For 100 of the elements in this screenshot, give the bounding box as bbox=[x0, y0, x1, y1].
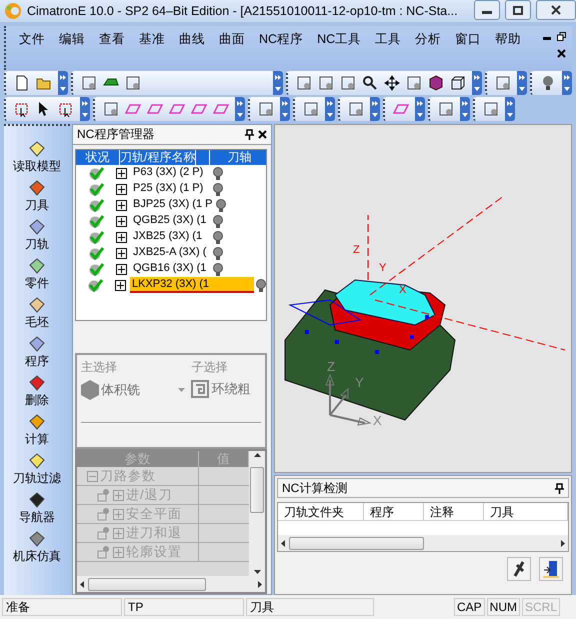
toolbar-options-button[interactable] bbox=[505, 97, 515, 121]
toolbar-options-button[interactable] bbox=[235, 97, 245, 121]
toolbar-options-button[interactable] bbox=[472, 71, 482, 95]
axis-label: X bbox=[399, 284, 406, 296]
maximize-button[interactable] bbox=[505, 0, 531, 20]
sidebar-item[interactable]: 刀具 bbox=[25, 179, 49, 216]
menu-item[interactable]: 窗口 bbox=[448, 31, 488, 48]
program-row[interactable]: JXB25-A (3X) ( bbox=[131, 245, 211, 261]
expand-icon[interactable] bbox=[116, 200, 127, 210]
bulb-icon[interactable] bbox=[213, 262, 223, 276]
tool-button[interactable] bbox=[507, 557, 531, 581]
column-header[interactable]: 刀轨文件夹 bbox=[278, 503, 364, 521]
diamond-icon bbox=[28, 452, 46, 470]
program-row[interactable]: JXB25 (3X) (1 bbox=[131, 229, 211, 245]
expand-icon[interactable] bbox=[116, 264, 127, 274]
scroll-arrow-icon[interactable] bbox=[561, 540, 565, 546]
toolbar-options-button[interactable] bbox=[460, 97, 470, 121]
restore-icon[interactable] bbox=[557, 32, 566, 41]
close-button[interactable] bbox=[536, 0, 576, 20]
sidebar-item[interactable]: 导航器 bbox=[19, 491, 55, 528]
expand-icon[interactable] bbox=[116, 216, 127, 226]
program-row[interactable]: P63 (3X) (2 P) bbox=[131, 165, 211, 181]
toolbar-options-button[interactable] bbox=[325, 97, 335, 121]
menu-item[interactable]: 编辑 bbox=[52, 31, 92, 48]
shaded-cube-icon bbox=[428, 75, 444, 91]
menu-item[interactable]: 曲面 bbox=[212, 31, 252, 48]
program-row[interactable]: LKXP32 (3X) (1 bbox=[130, 277, 254, 293]
menu-item[interactable]: 分析 bbox=[408, 31, 448, 48]
parameter-icon bbox=[97, 507, 111, 521]
toolbar-options-button[interactable] bbox=[280, 97, 290, 121]
toolbar-options-button[interactable] bbox=[58, 71, 68, 95]
menu-item[interactable]: 基准 bbox=[132, 31, 172, 48]
expand-icon[interactable] bbox=[116, 232, 127, 242]
sidebar-item[interactable]: 刀轨 bbox=[25, 218, 49, 255]
axis-label: Y bbox=[379, 262, 386, 274]
tool-icon bbox=[296, 75, 312, 91]
tool-icon bbox=[483, 101, 499, 117]
bulb-icon[interactable] bbox=[213, 246, 223, 260]
bulb-icon[interactable] bbox=[216, 198, 226, 212]
toolbar-options-button[interactable] bbox=[415, 97, 425, 121]
toolbar-options-button[interactable] bbox=[562, 71, 572, 95]
exit-button[interactable] bbox=[539, 557, 563, 581]
diamond-icon bbox=[28, 218, 46, 236]
pin-icon[interactable] bbox=[245, 129, 254, 140]
minimize-button[interactable] bbox=[474, 0, 500, 20]
program-row[interactable]: QGB25 (3X) (1 bbox=[131, 213, 211, 229]
program-row[interactable]: P25 (3X) (1 P) bbox=[131, 181, 211, 197]
toolbar-options-button[interactable] bbox=[80, 97, 90, 121]
menu-item[interactable]: NC工具 bbox=[310, 31, 368, 48]
expand-icon[interactable] bbox=[116, 168, 127, 178]
sidebar-item[interactable]: 机床仿真 bbox=[13, 530, 61, 567]
expand-icon[interactable] bbox=[116, 248, 127, 258]
column-header[interactable]: 刀轨/程序名称 bbox=[120, 150, 196, 165]
pin-icon[interactable] bbox=[555, 482, 564, 494]
tool-icon bbox=[438, 101, 454, 117]
toolbar-options-button[interactable] bbox=[370, 97, 380, 121]
menu-item[interactable]: 曲线 bbox=[172, 31, 212, 48]
sidebar-item[interactable]: 计算 bbox=[25, 413, 49, 450]
sidebar-item[interactable]: 删除 bbox=[25, 374, 49, 411]
scroll-arrow-icon[interactable] bbox=[281, 540, 285, 546]
expand-icon[interactable] bbox=[116, 184, 127, 194]
column-header[interactable]: 程序 bbox=[364, 503, 424, 521]
double-arrow-icon bbox=[82, 100, 88, 106]
menu-item[interactable]: 帮助 bbox=[488, 31, 528, 48]
close-icon[interactable] bbox=[557, 49, 566, 58]
bulb-icon[interactable] bbox=[213, 166, 223, 180]
program-row[interactable]: QGB16 (3X) (1 bbox=[131, 261, 211, 277]
tool-icon bbox=[303, 101, 319, 117]
tool-icon bbox=[495, 75, 511, 91]
diamond-icon bbox=[28, 296, 46, 314]
horizontal-scrollbar[interactable] bbox=[278, 535, 568, 551]
toolbar-options-button[interactable] bbox=[273, 71, 283, 95]
menu-item[interactable]: 工具 bbox=[368, 31, 408, 48]
sidebar-item[interactable]: 零件 bbox=[25, 257, 49, 294]
sidebar-item[interactable]: 读取模型 bbox=[13, 140, 61, 177]
expand-icon[interactable] bbox=[115, 280, 126, 290]
bulb-icon[interactable] bbox=[213, 182, 223, 196]
sidebar-item[interactable]: 程序 bbox=[25, 335, 49, 372]
menu-item[interactable]: 文件 bbox=[12, 31, 52, 48]
sidebar-item[interactable]: 刀轨过滤 bbox=[13, 452, 61, 489]
column-header[interactable]: 注释 bbox=[424, 503, 484, 521]
menu-item[interactable]: 查看 bbox=[92, 31, 132, 48]
toolbar-options-button[interactable] bbox=[517, 71, 527, 95]
program-row[interactable]: BJP25 (3X) (1 P bbox=[131, 197, 214, 213]
bulb-icon[interactable] bbox=[213, 214, 223, 228]
close-icon[interactable] bbox=[258, 130, 267, 139]
bulb-icon[interactable] bbox=[256, 278, 266, 292]
panel-title: NC计算检测 bbox=[282, 480, 348, 496]
caret-icon bbox=[474, 87, 480, 92]
column-header[interactable]: 刀轴 bbox=[210, 150, 266, 165]
column-header[interactable]: 状况 bbox=[76, 150, 120, 165]
close-icon bbox=[551, 5, 561, 15]
pan-icon bbox=[384, 75, 400, 91]
caret-icon bbox=[507, 113, 513, 118]
toolbar-button[interactable] bbox=[382, 73, 402, 93]
sidebar-item[interactable]: 毛坯 bbox=[25, 296, 49, 333]
diamond-icon bbox=[28, 413, 46, 431]
menu-item[interactable]: NC程序 bbox=[252, 31, 310, 48]
column-header[interactable]: 刀具 bbox=[484, 503, 568, 521]
bulb-icon[interactable] bbox=[213, 230, 223, 244]
